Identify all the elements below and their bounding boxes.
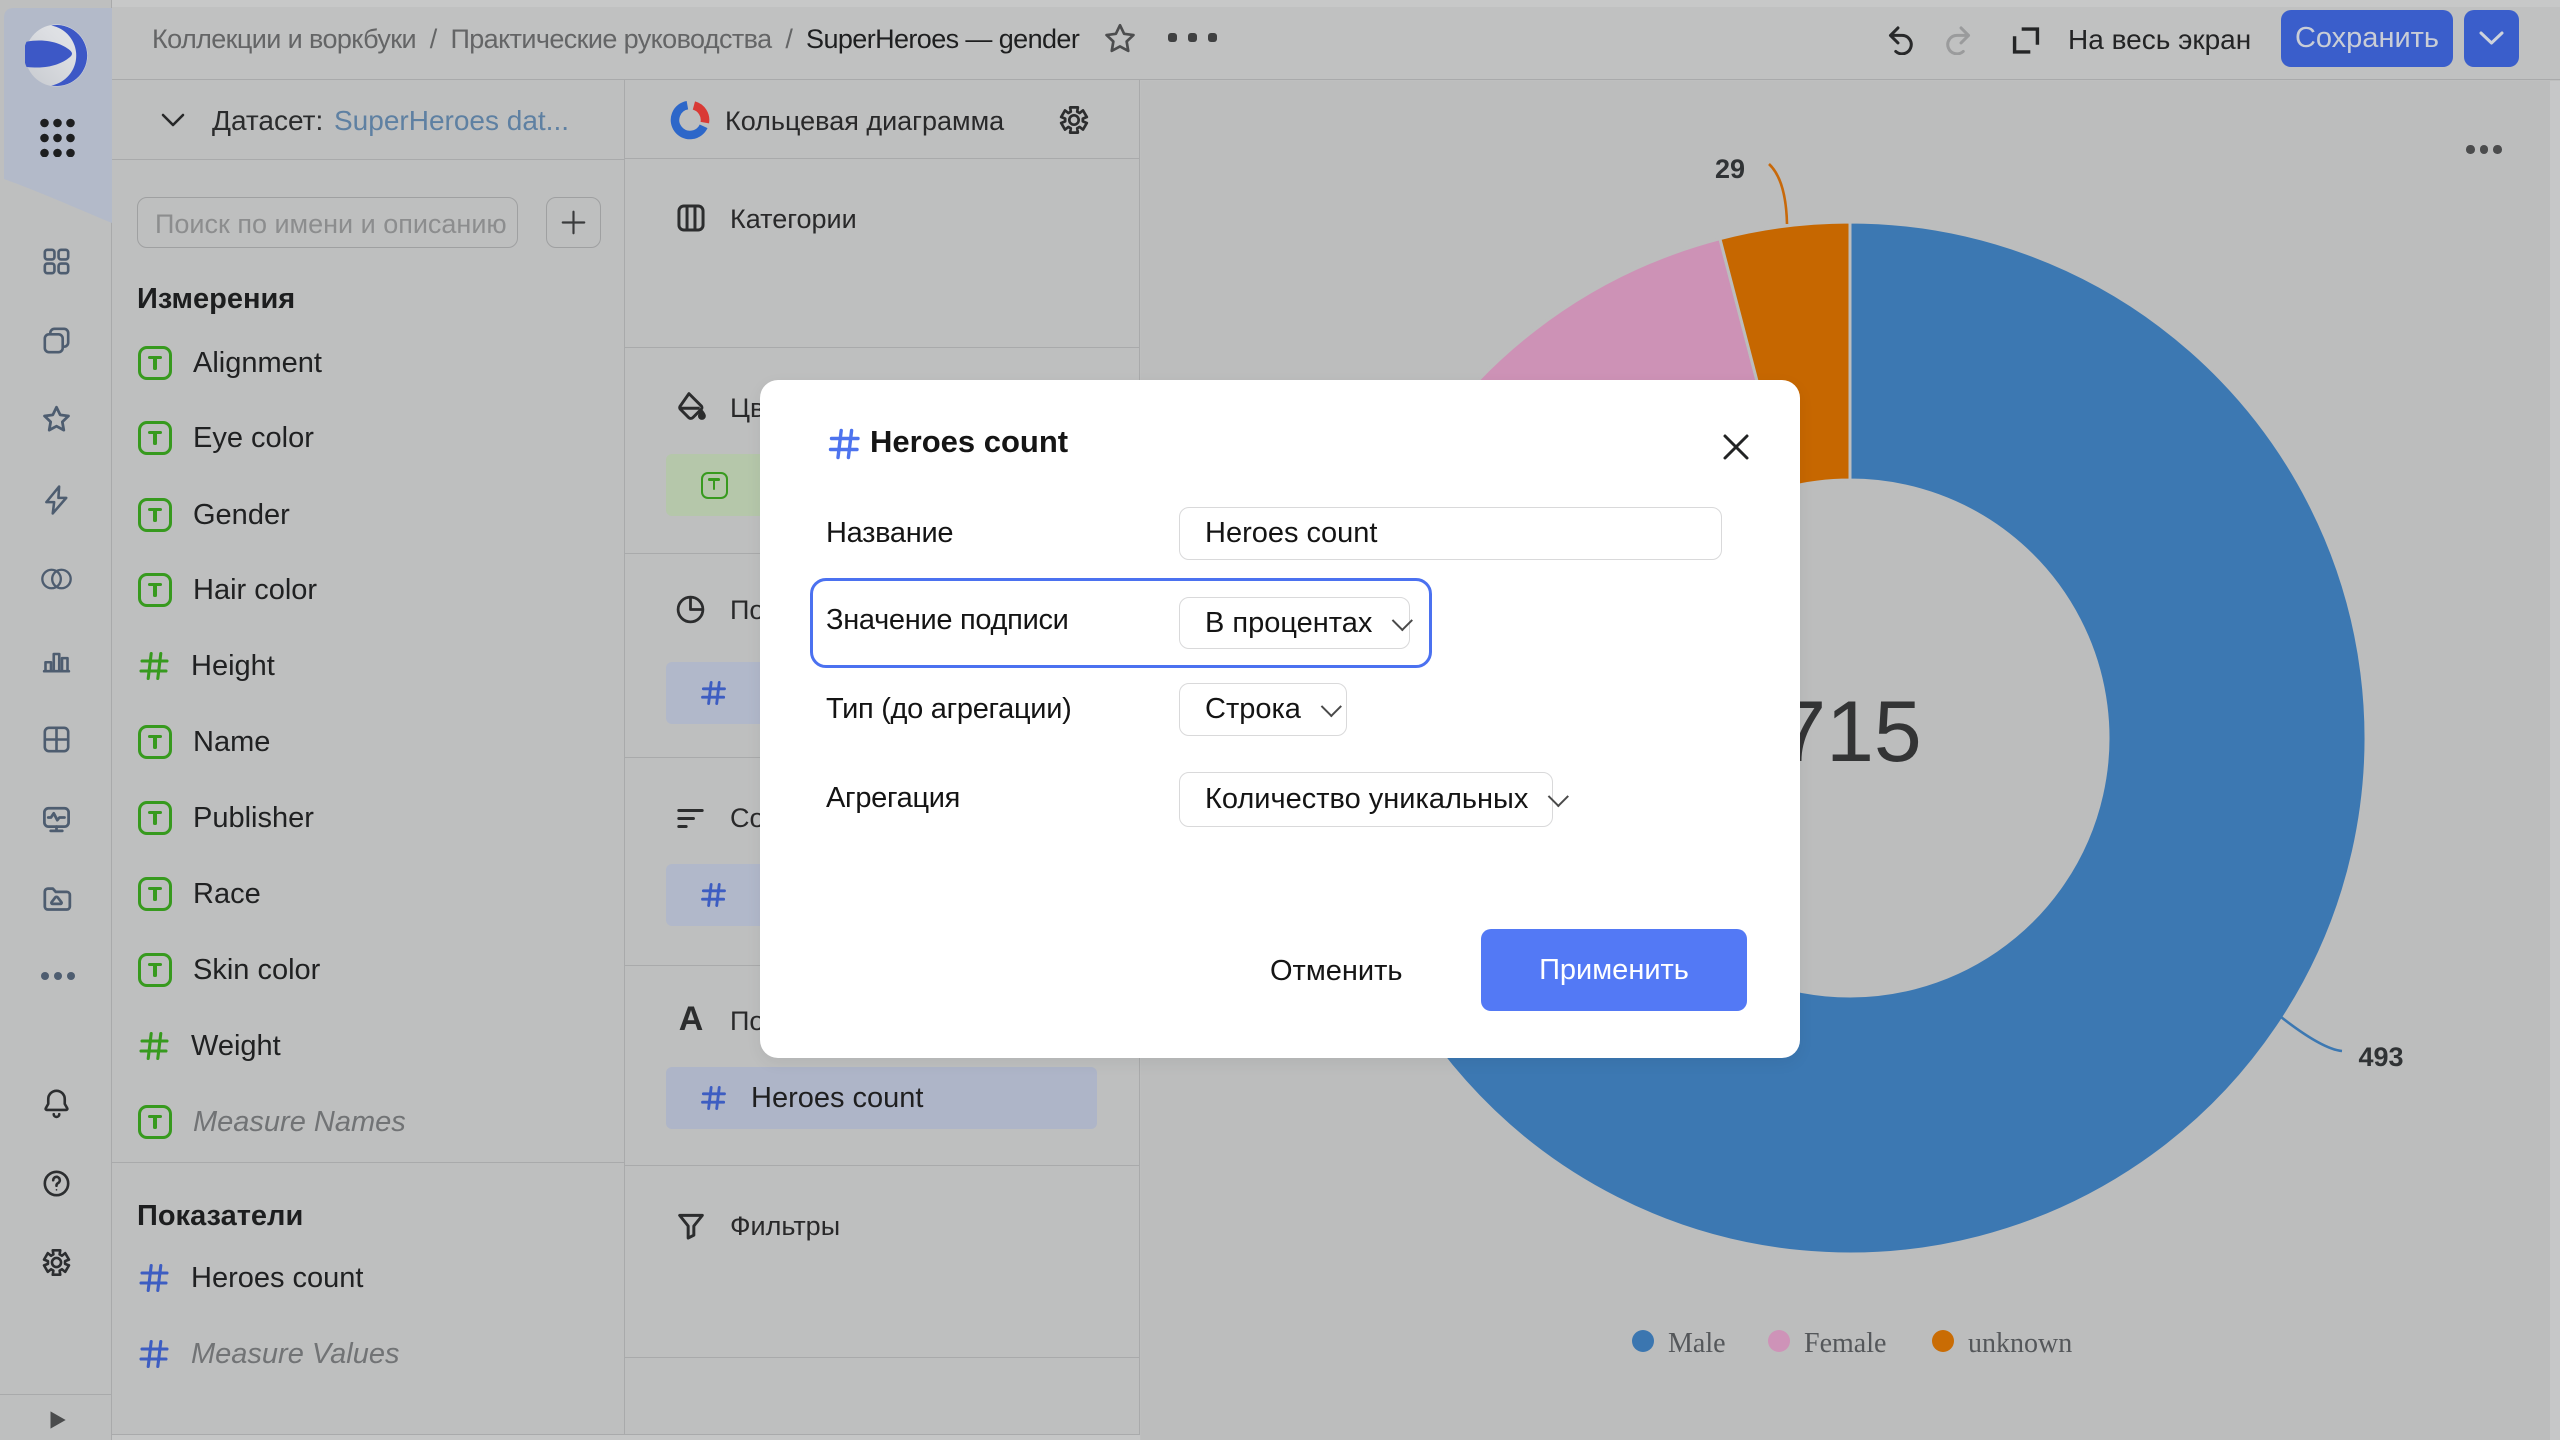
svg-text:493: 493 [2358, 1042, 2403, 1072]
svg-text:unknown: unknown [1968, 1328, 2072, 1359]
svg-text:Male: Male [1668, 1328, 1726, 1359]
svg-text:29: 29 [1715, 154, 1745, 184]
svg-text:Female: Female [1804, 1328, 1886, 1359]
